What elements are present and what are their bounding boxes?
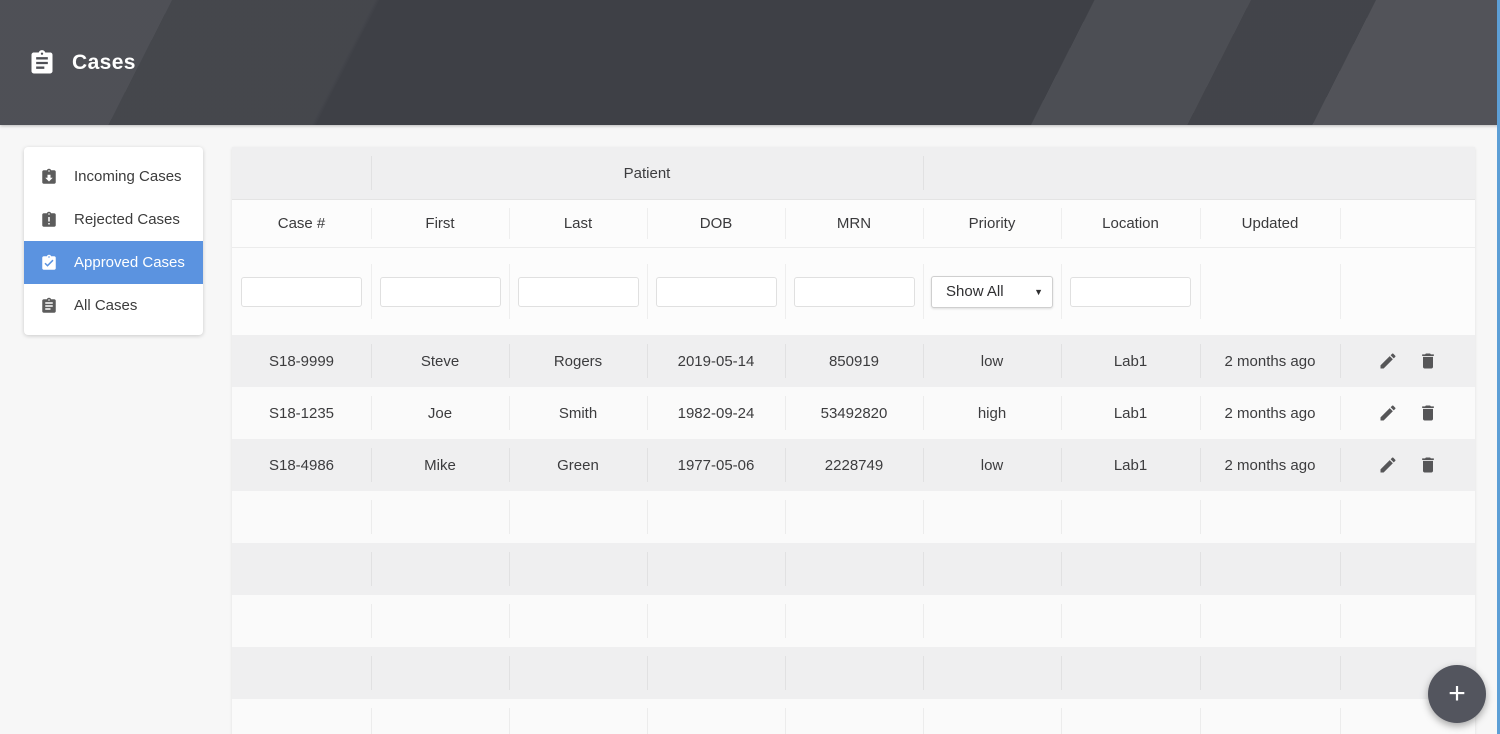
dob-cell: 1982-09-24 [647,387,785,439]
case-number-cell: S18-1235 [268,404,335,422]
add-case-button[interactable]: + [1428,665,1486,723]
first-name-cell: Steve [371,335,509,387]
dob-cell: 2019-05-14 [647,335,785,387]
delete-trash-icon[interactable] [1418,455,1438,475]
sidebar-item-label: Rejected Cases [74,211,180,228]
case-number-cell: S18-4986 [268,456,335,474]
mrn-cell: 850919 [785,335,923,387]
group-spacer [923,147,1475,199]
sidebar-item-rejected-cases[interactable]: Rejected Cases [24,198,203,241]
row-actions [1340,335,1475,387]
assignment-clipboard-icon [28,49,56,77]
case-number-cell: S18-9999 [268,352,335,370]
priority-cell: high [923,387,1061,439]
page-title: Cases [72,50,136,74]
cases-app: Cases Incoming Cases Rejected Cases Appr… [0,0,1500,734]
dob-cell: 1977-05-06 [647,439,785,491]
sidebar-item-incoming-cases[interactable]: Incoming Cases [24,155,203,198]
table-row[interactable]: S18-4986 Mike Green 1977-05-06 2228749 l… [232,439,1475,491]
priority-filter-value: Show All [946,283,1004,300]
edit-pencil-icon[interactable] [1378,351,1398,371]
patient-group-header: Patient [371,147,923,199]
delete-trash-icon[interactable] [1418,403,1438,423]
mrn-filter-input[interactable] [793,276,915,307]
sidebar-item-approved-cases[interactable]: Approved Cases [24,241,203,284]
empty-table-row [232,699,1475,734]
row-actions [1340,439,1475,491]
column-header-dob[interactable]: DOB [647,200,785,247]
mrn-cell: 2228749 [785,439,923,491]
main-content: Incoming Cases Rejected Cases Approved C… [0,125,1500,734]
location-cell: Lab1 [1061,335,1200,387]
cases-table: Patient Case # First Last DOB MRN Priori… [232,147,1475,734]
column-header-priority[interactable]: Priority [923,200,1061,247]
column-header-case[interactable]: Case # [232,200,371,247]
assignment-turned-in-icon [40,254,58,272]
table-group-header-row: Patient [232,147,1475,200]
table-header-row: Case # First Last DOB MRN Priority Locat… [232,200,1475,248]
column-header-last[interactable]: Last [509,200,647,247]
mrn-cell: 53492820 [785,387,923,439]
edit-pencil-icon[interactable] [1378,455,1398,475]
last-name-filter-input[interactable] [517,276,639,307]
column-header-actions [1340,200,1475,247]
last-name-cell: Rogers [509,335,647,387]
location-cell: Lab1 [1061,387,1200,439]
dob-filter-input[interactable] [655,276,777,307]
first-name-filter-input[interactable] [379,276,501,307]
table-row[interactable]: S18-9999 Steve Rogers 2019-05-14 850919 … [232,335,1475,387]
updated-cell: 2 months ago [1200,335,1340,387]
sidebar-item-all-cases[interactable]: All Cases [24,284,203,327]
sidebar-item-label: All Cases [74,297,138,314]
empty-table-row [232,595,1475,647]
filter-spacer [1200,248,1340,335]
column-header-first[interactable]: First [371,200,509,247]
column-header-location[interactable]: Location [1061,200,1200,247]
updated-cell: 2 months ago [1200,387,1340,439]
empty-table-row [232,647,1475,699]
priority-cell: low [923,335,1061,387]
filter-spacer [1340,248,1475,335]
sidebar-item-label: Incoming Cases [74,168,182,185]
location-cell: Lab1 [1061,439,1200,491]
chevron-down-icon: ▼ [1034,286,1043,297]
case-filter-input[interactable] [241,276,362,307]
column-header-mrn[interactable]: MRN [785,200,923,247]
column-header-updated[interactable]: Updated [1200,200,1340,247]
first-name-cell: Joe [371,387,509,439]
row-actions [1340,387,1475,439]
assignment-late-icon [40,211,58,229]
table-row[interactable]: S18-1235 Joe Smith 1982-09-24 53492820 h… [232,387,1475,439]
last-name-cell: Smith [509,387,647,439]
priority-cell: low [923,439,1061,491]
sidebar-item-label: Approved Cases [74,254,185,271]
edit-pencil-icon[interactable] [1378,403,1398,423]
location-filter-input[interactable] [1070,276,1191,307]
empty-table-row [232,491,1475,543]
updated-cell: 2 months ago [1200,439,1340,491]
app-header: Cases [0,0,1500,125]
table-filter-row: Show All ▼ [232,248,1475,335]
assignment-icon [40,297,58,315]
last-name-cell: Green [509,439,647,491]
sidebar: Incoming Cases Rejected Cases Approved C… [24,147,203,335]
priority-filter-select[interactable]: Show All ▼ [931,275,1053,308]
empty-table-row [232,543,1475,595]
delete-trash-icon[interactable] [1418,351,1438,371]
first-name-cell: Mike [371,439,509,491]
assignment-returned-icon [40,168,58,186]
